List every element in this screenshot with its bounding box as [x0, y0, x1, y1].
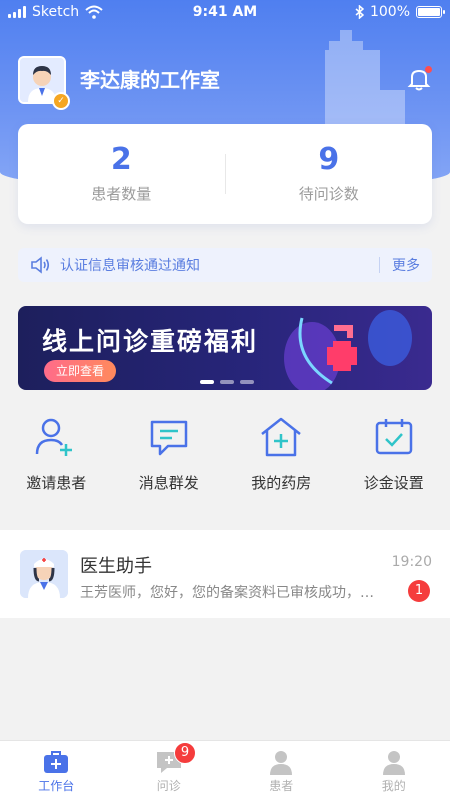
notice-bar[interactable]: 认证信息审核通过通知 更多	[18, 248, 432, 282]
status-bar: Sketch 9:41 AM 100%	[0, 0, 450, 26]
tab-patient-label: 患者	[269, 779, 294, 793]
studio-title: 李达康的工作室	[80, 68, 220, 92]
banner-view-button[interactable]: 立即查看	[44, 360, 117, 382]
pending-consult-stat[interactable]: 9 待问诊数	[226, 124, 433, 224]
invite-patient-label: 邀请患者	[26, 474, 87, 492]
stats-card: 2 患者数量 9 待问诊数	[18, 124, 432, 224]
notice-divider	[379, 257, 380, 273]
pending-consult-label: 待问诊数	[298, 185, 359, 203]
tab-bar: 工作台 问诊 患者 我的	[0, 740, 450, 800]
profile-icon	[382, 751, 405, 775]
medical-cross-illustration	[284, 310, 412, 390]
pharmacy-label: 我的药房	[251, 474, 312, 492]
banner-dot[interactable]	[220, 380, 234, 384]
message-broadcast-button[interactable]: 消息群发	[113, 410, 226, 500]
battery-percent: 100%	[369, 4, 410, 20]
bluetooth-icon	[355, 5, 364, 19]
assistant-avatar	[20, 550, 68, 598]
message-broadcast-icon	[150, 420, 187, 456]
fee-settings-label: 诊金设置	[363, 474, 424, 492]
tab-consult-label: 问诊	[156, 779, 181, 793]
banner-pagination	[200, 380, 254, 384]
pharmacy-button[interactable]: 我的药房	[225, 410, 338, 500]
tab-profile[interactable]: 我的	[338, 741, 450, 800]
tab-workbench-label: 工作台	[38, 779, 75, 793]
message-preview: 王芳医师，您好，您的备案资料已审核成功，可以开始问诊了	[80, 585, 380, 601]
fee-settings-icon	[375, 419, 412, 455]
patient-count-value: 2	[110, 142, 132, 177]
unread-badge: 1	[408, 580, 430, 602]
notice-text: 认证信息审核通过通知	[60, 258, 200, 274]
message-sender: 医生助手	[80, 556, 152, 577]
invite-patient-button[interactable]: 邀请患者	[0, 410, 113, 500]
consult-tab-badge: 9	[174, 742, 196, 764]
patient-count-stat[interactable]: 2 患者数量	[18, 124, 225, 224]
speaker-icon	[31, 256, 50, 274]
banner-dot[interactable]	[240, 380, 254, 384]
message-time: 19:20	[391, 554, 432, 570]
banner-dot[interactable]	[200, 380, 214, 384]
notice-more-link[interactable]: 更多	[392, 255, 420, 275]
invite-patient-icon	[36, 418, 73, 456]
tab-workbench[interactable]: 工作台	[0, 741, 113, 800]
fee-settings-button[interactable]: 诊金设置	[338, 410, 450, 500]
notification-dot	[425, 66, 432, 73]
patient-icon	[270, 751, 293, 775]
pharmacy-icon	[261, 417, 302, 457]
tab-consult[interactable]: 问诊	[113, 741, 226, 800]
message-broadcast-label: 消息群发	[138, 474, 199, 492]
workbench-icon	[44, 751, 69, 773]
quick-actions: 邀请患者 消息群发 我的药房 诊金设置	[0, 410, 450, 500]
pending-consult-value: 9	[318, 142, 340, 177]
patient-count-label: 患者数量	[91, 185, 152, 203]
tab-patient[interactable]: 患者	[225, 741, 338, 800]
tab-profile-label: 我的	[381, 779, 406, 793]
verified-badge: ✓	[52, 92, 70, 110]
message-list-item[interactable]: 医生助手 19:20 王芳医师，您好，您的备案资料已审核成功，可以开始问诊了 1	[0, 530, 450, 618]
battery-icon	[416, 6, 445, 18]
promo-banner[interactable]: 线上问诊重磅福利 立即查看	[18, 306, 432, 390]
banner-title: 线上问诊重磅福利	[42, 327, 259, 356]
